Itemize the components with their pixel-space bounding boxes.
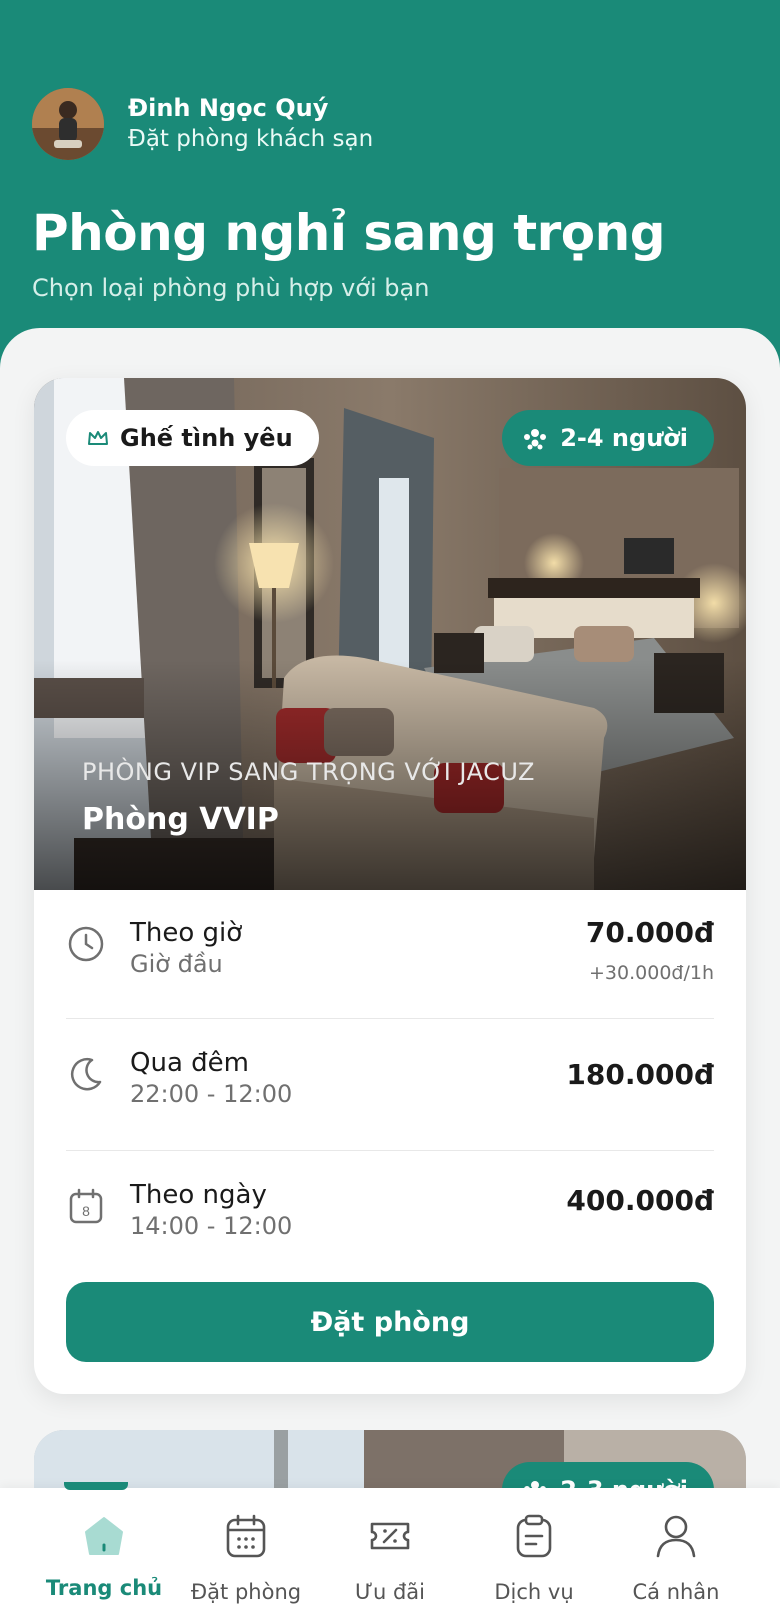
ticket-icon xyxy=(370,1522,410,1550)
book-room-label: Đặt phòng xyxy=(310,1306,470,1338)
nav-label: Cá nhân xyxy=(632,1580,720,1604)
user-icon xyxy=(656,1515,696,1558)
capacity-label: 2-4 người xyxy=(560,424,688,452)
room-tag: Ghế tình yêu xyxy=(66,410,319,466)
avatar[interactable] xyxy=(32,88,104,160)
user-subtitle: Đặt phòng khách sạn xyxy=(128,126,374,152)
divider xyxy=(66,1018,714,1019)
calendar-icon xyxy=(226,1514,266,1558)
price-name: Theo ngày xyxy=(130,1180,267,1210)
room-subtitle: PHÒNG VIP SANG TRỌNG VỚI JACUZ xyxy=(82,758,535,786)
page-subtitle: Chọn loại phòng phù hợp với bạn xyxy=(32,274,430,302)
book-room-button[interactable]: Đặt phòng xyxy=(66,1282,714,1362)
bottom-nav: Trang chủ Đặt phòng Ưu đãi Dịch vụ Cá nh… xyxy=(0,1482,780,1624)
clipboard-icon xyxy=(516,1514,552,1558)
home-icon xyxy=(85,1517,123,1555)
nav-services[interactable]: Dịch vụ xyxy=(456,1488,612,1624)
nav-profile[interactable]: Cá nhân xyxy=(598,1488,754,1624)
nav-offers[interactable]: Ưu đãi xyxy=(312,1488,468,1624)
price-extra: +30.000đ/1h xyxy=(589,962,714,984)
crown-icon xyxy=(88,431,108,445)
nav-label: Trang chủ xyxy=(45,1576,163,1600)
calendar-icon: 8 xyxy=(69,1188,103,1224)
svg-text:8: 8 xyxy=(82,1203,90,1219)
price-row-hourly[interactable]: Theo giờ Giờ đầu 70.000đ +30.000đ/1h xyxy=(66,890,714,990)
price-value: 70.000đ xyxy=(585,916,714,949)
page-title: Phòng nghỉ sang trọng xyxy=(32,204,666,262)
price-time: Giờ đầu xyxy=(130,950,223,978)
moon-icon xyxy=(70,1058,102,1091)
app-header: Đinh Ngọc Quý Đặt phòng khách sạn Phòng … xyxy=(0,0,780,380)
price-time: 14:00 - 12:00 xyxy=(130,1212,293,1240)
user-name: Đinh Ngọc Quý xyxy=(128,94,329,122)
clock-icon xyxy=(68,926,104,962)
price-row-overnight[interactable]: Qua đêm 22:00 - 12:00 180.000đ xyxy=(66,1020,714,1120)
price-time: 22:00 - 12:00 xyxy=(130,1080,293,1108)
price-row-daily[interactable]: 8 Theo ngày 14:00 - 12:00 400.000đ xyxy=(66,1152,714,1252)
divider xyxy=(66,1150,714,1151)
room-title: Phòng VVIP xyxy=(82,802,279,837)
price-value: 400.000đ xyxy=(566,1184,714,1217)
price-value: 180.000đ xyxy=(566,1058,714,1091)
group-icon xyxy=(524,429,547,450)
nav-label: Dịch vụ xyxy=(494,1580,574,1604)
nav-label: Ưu đãi xyxy=(354,1580,426,1604)
capacity-badge: 2-4 người xyxy=(502,410,714,466)
nav-label: Đặt phòng xyxy=(190,1580,302,1604)
price-name: Qua đêm xyxy=(130,1048,249,1078)
price-name: Theo giờ xyxy=(130,918,243,948)
nav-home[interactable]: Trang chủ xyxy=(26,1482,182,1624)
room-card[interactable]: Ghế tình yêu 2-4 người PHÒNG VIP SANG TR… xyxy=(34,378,746,1394)
room-tag-label: Ghế tình yêu xyxy=(120,424,293,452)
nav-active-indicator xyxy=(64,1482,128,1490)
nav-booking[interactable]: Đặt phòng xyxy=(168,1488,324,1624)
